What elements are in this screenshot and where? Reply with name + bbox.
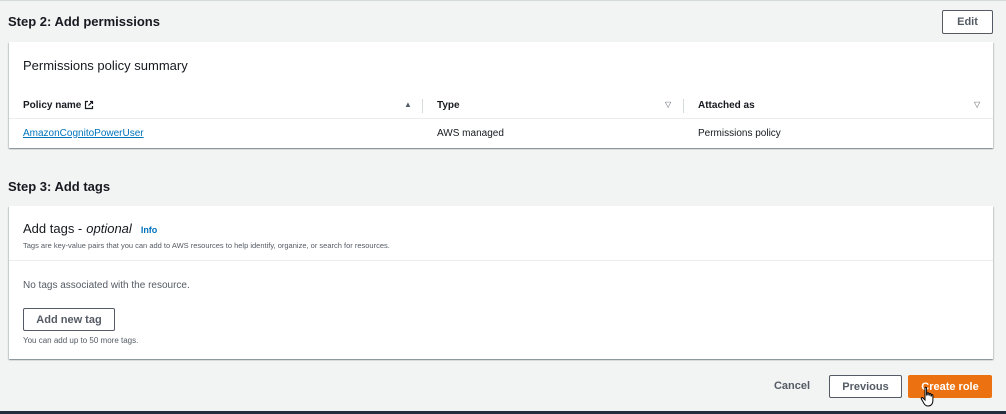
- panel-header-divider: [9, 260, 993, 261]
- top-divider: [0, 0, 1006, 1]
- add-tags-title: Add tags - optional Info: [23, 221, 157, 236]
- cancel-button[interactable]: Cancel: [766, 375, 818, 397]
- step3-header: Step 3: Add tags: [8, 174, 110, 198]
- edit-button[interactable]: Edit: [942, 10, 993, 34]
- step3-title: Step 3: Add tags: [8, 178, 111, 194]
- policy-type: AWS managed: [437, 127, 504, 139]
- column-divider: [422, 99, 423, 113]
- info-link[interactable]: Info: [141, 225, 158, 235]
- hand-pointer-icon: [920, 386, 934, 407]
- panel-title: Permissions policy summary: [23, 58, 188, 73]
- policy-attached-as: Permissions policy: [698, 127, 781, 139]
- column-divider: [683, 99, 684, 113]
- empty-tags-message: No tags associated with the resource.: [23, 280, 190, 291]
- tag-limit-text: You can add up to 50 more tags.: [23, 336, 139, 345]
- column-label: Policy name: [23, 99, 82, 111]
- column-header-type[interactable]: Type: [437, 94, 460, 116]
- add-new-tag-button[interactable]: Add new tag: [23, 308, 115, 331]
- column-label: Type: [437, 99, 460, 111]
- column-header-attached-as[interactable]: Attached as: [698, 94, 755, 116]
- column-header-policy-name[interactable]: Policy name: [23, 94, 94, 116]
- sort-caret-icon[interactable]: ▽: [665, 100, 671, 109]
- external-link-icon: [85, 100, 94, 110]
- add-tags-panel: Add tags - optional Info Tags are key-va…: [9, 206, 993, 359]
- step2-header: Step 2: Add permissions: [8, 9, 160, 33]
- tags-description: Tags are key-value pairs that you can ad…: [23, 241, 390, 250]
- sort-caret-icon[interactable]: ▽: [974, 100, 980, 109]
- policy-name-link[interactable]: AmazonCognitoPowerUser: [23, 122, 144, 144]
- previous-button[interactable]: Previous: [829, 375, 902, 398]
- step2-title: Step 2: Add permissions: [8, 13, 160, 29]
- table-row-divider: [9, 118, 993, 119]
- column-label: Attached as: [698, 99, 755, 111]
- add-tags-heading: Add tags -: [23, 221, 83, 236]
- permissions-policy-summary-panel: Permissions policy summary Policy name ▲…: [9, 42, 993, 148]
- sort-ascending-icon[interactable]: ▲: [404, 100, 412, 109]
- optional-label: optional: [86, 221, 132, 236]
